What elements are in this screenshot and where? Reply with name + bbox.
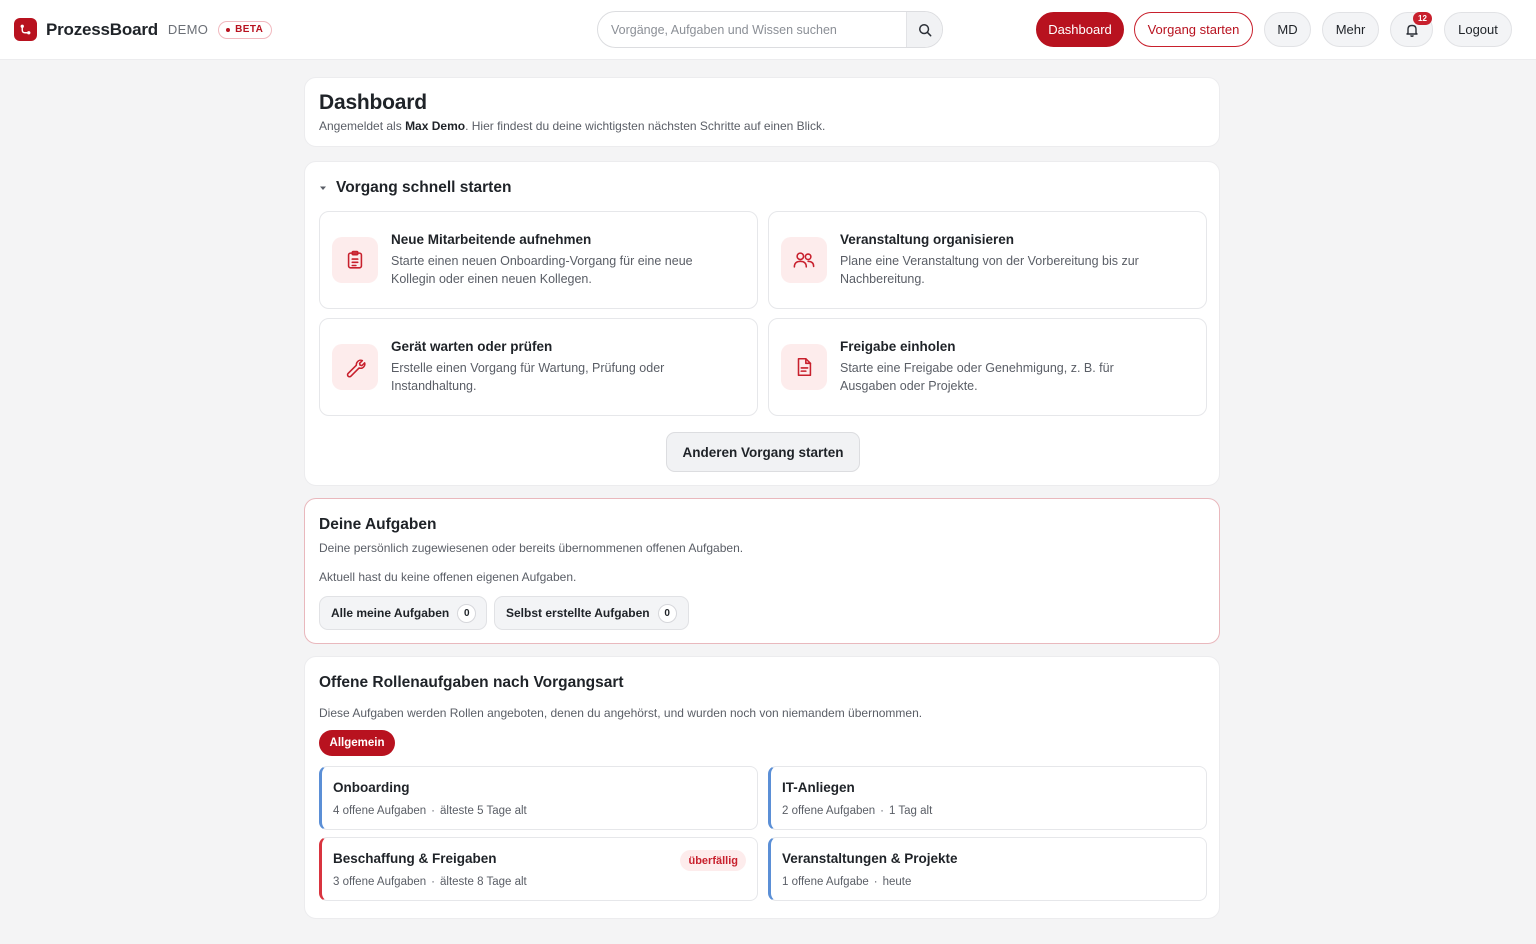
open-count: 1 offene Aufgabe: [782, 876, 869, 888]
role-tasks-card: Offene Rollenaufgaben nach Vorgangsart D…: [304, 656, 1220, 919]
age-text: heute: [882, 876, 912, 888]
age-text: älteste 5 Tage alt: [440, 805, 527, 817]
my-tasks-subtitle: Deine persönlich zugewiesenen oder berei…: [319, 541, 744, 555]
overdue-badge: überfällig: [680, 850, 746, 871]
filter-label: Alle meine Aufgaben: [331, 606, 450, 620]
role-tile-title: Beschaffung & Freigaben: [333, 851, 497, 866]
filter-label: Selbst erstellte Aufgaben: [506, 606, 650, 620]
tile-title: Veranstaltung organisieren: [840, 232, 1015, 247]
role-tile-meta: 2 offene Aufgaben · 1 Tag alt: [782, 805, 933, 817]
tile-title: Neue Mitarbeitende aufnehmen: [391, 232, 592, 247]
role-tile-onboarding[interactable]: Onboarding 4 offene Aufgaben · älteste 5 T…: [319, 766, 758, 830]
clipboard-icon: [332, 237, 378, 283]
quick-start-card: Vorgang schnell starten Neue Mitarbeiten…: [304, 161, 1220, 486]
age-text: 1 Tag alt: [889, 805, 933, 817]
brand-name: ProzessBoard: [46, 19, 158, 39]
logout-button[interactable]: Logout: [1444, 12, 1512, 47]
open-count: 4 offene Aufgaben: [333, 805, 427, 817]
filter-count: 0: [457, 603, 477, 623]
quick-start-toggle[interactable]: Vorgang schnell starten: [319, 179, 511, 197]
top-bar: ProzessBoard DEMO BETA Dashboard Vorgang…: [0, 0, 1536, 60]
notification-count-badge: 12: [1413, 12, 1432, 25]
quick-start-tile-maintenance[interactable]: Gerät warten oder prüfen Erstelle einen …: [319, 318, 758, 416]
brand[interactable]: ProzessBoard DEMO BETA: [14, 18, 273, 41]
page-title: Dashboard: [319, 91, 427, 114]
search-input[interactable]: [598, 12, 906, 47]
beta-badge: BETA: [218, 20, 273, 39]
quick-start-tile-event[interactable]: Veranstaltung organisieren Plane eine Ve…: [768, 211, 1207, 309]
nav-start-process-button[interactable]: Vorgang starten: [1134, 12, 1253, 47]
role-tasks-subtitle: Diese Aufgaben werden Rollen angeboten, …: [319, 706, 923, 720]
filter-all-my-tasks[interactable]: Alle meine Aufgaben 0: [319, 596, 487, 630]
tile-title: Freigabe einholen: [840, 339, 956, 354]
filter-self-created-tasks[interactable]: Selbst erstellte Aufgaben 0: [494, 596, 689, 630]
wrench-icon: [332, 344, 378, 390]
quick-start-tile-approval[interactable]: Freigabe einholen Starte eine Freigabe o…: [768, 318, 1207, 416]
environment-label: DEMO: [167, 22, 209, 37]
brand-logo-icon: [14, 18, 37, 41]
role-tile-title: Veranstaltungen & Projekte: [782, 851, 958, 866]
tile-description: Starte eine Freigabe oder Genehmigung, z…: [840, 361, 1114, 393]
dashboard-intro-card: Dashboard Angemeldet als Max Demo. Hier …: [304, 77, 1220, 147]
category-filter-allgemein[interactable]: Allgemein: [319, 730, 395, 756]
beta-dot-icon: [226, 27, 231, 32]
tile-description: Starte einen neuen Onboarding-Vorgang fü…: [391, 254, 693, 286]
role-tile-meta: 1 offene Aufgabe · heute: [782, 876, 912, 888]
search-icon: [918, 23, 931, 36]
tile-description: Plane eine Veranstaltung von der Vorbere…: [840, 254, 1139, 286]
users-icon: [781, 237, 827, 283]
quick-start-title: Vorgang schnell starten: [336, 179, 512, 196]
filter-count: 0: [657, 603, 677, 623]
tile-description: Erstelle einen Vorgang für Wartung, Prüf…: [391, 361, 665, 393]
role-tile-procurement[interactable]: Beschaffung & Freigaben überfällig 3 off…: [319, 837, 758, 901]
beta-label: BETA: [235, 24, 264, 35]
login-prefix: Angemeldet als: [319, 119, 406, 133]
search-bar: [597, 11, 943, 48]
role-tile-meta: 3 offene Aufgaben · älteste 8 Tage alt: [333, 876, 527, 888]
my-tasks-empty-text: Aktuell hast du keine offenen eigenen Au…: [319, 570, 577, 584]
open-count: 3 offene Aufgaben: [333, 876, 427, 888]
quick-start-tile-onboarding[interactable]: Neue Mitarbeitende aufnehmen Starte eine…: [319, 211, 758, 309]
role-tile-it[interactable]: IT-Anliegen 2 offene Aufgaben · 1 Tag alt: [768, 766, 1207, 830]
login-suffix: . Hier findest du deine wichtigsten näch…: [465, 119, 826, 133]
login-info: Angemeldet als Max Demo. Hier findest du…: [319, 119, 825, 133]
age-text: älteste 8 Tage alt: [440, 876, 527, 888]
role-tile-events[interactable]: Veranstaltungen & Projekte 1 offene Aufg…: [768, 837, 1207, 901]
start-other-process-button[interactable]: Anderen Vorgang starten: [666, 432, 860, 472]
open-count: 2 offene Aufgaben: [782, 805, 876, 817]
my-tasks-card: Deine Aufgaben Deine persönlich zugewies…: [304, 498, 1220, 644]
role-tile-title: Onboarding: [333, 780, 410, 795]
document-icon: [781, 344, 827, 390]
search-button[interactable]: [906, 12, 942, 47]
user-menu-button[interactable]: MD: [1264, 12, 1311, 47]
notifications-button[interactable]: 12: [1390, 12, 1433, 47]
role-tasks-title: Offene Rollenaufgaben nach Vorgangsart: [319, 674, 624, 691]
user-name: Max Demo: [405, 119, 466, 133]
role-tile-title: IT-Anliegen: [782, 780, 855, 795]
caret-down-icon: [320, 186, 326, 190]
my-tasks-title: Deine Aufgaben: [319, 516, 437, 533]
more-menu-button[interactable]: Mehr: [1322, 12, 1379, 47]
tile-title: Gerät warten oder prüfen: [391, 339, 553, 354]
role-tile-meta: 4 offene Aufgaben · älteste 5 Tage alt: [333, 805, 527, 817]
nav-dashboard-button[interactable]: Dashboard: [1036, 12, 1124, 47]
